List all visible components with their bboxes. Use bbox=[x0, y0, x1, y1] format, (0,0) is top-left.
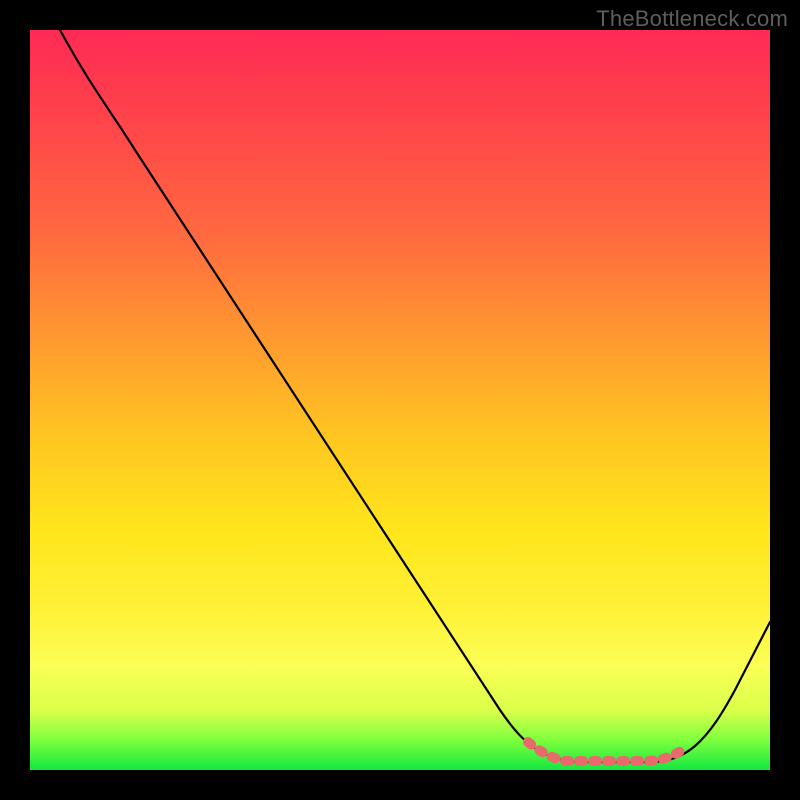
chart-frame: TheBottleneck.com bbox=[0, 0, 800, 800]
curve-layer bbox=[30, 30, 770, 770]
plot-area bbox=[30, 30, 770, 770]
bottleneck-curve bbox=[60, 30, 770, 762]
trough-highlight bbox=[528, 742, 682, 761]
watermark-text: TheBottleneck.com bbox=[596, 6, 788, 32]
